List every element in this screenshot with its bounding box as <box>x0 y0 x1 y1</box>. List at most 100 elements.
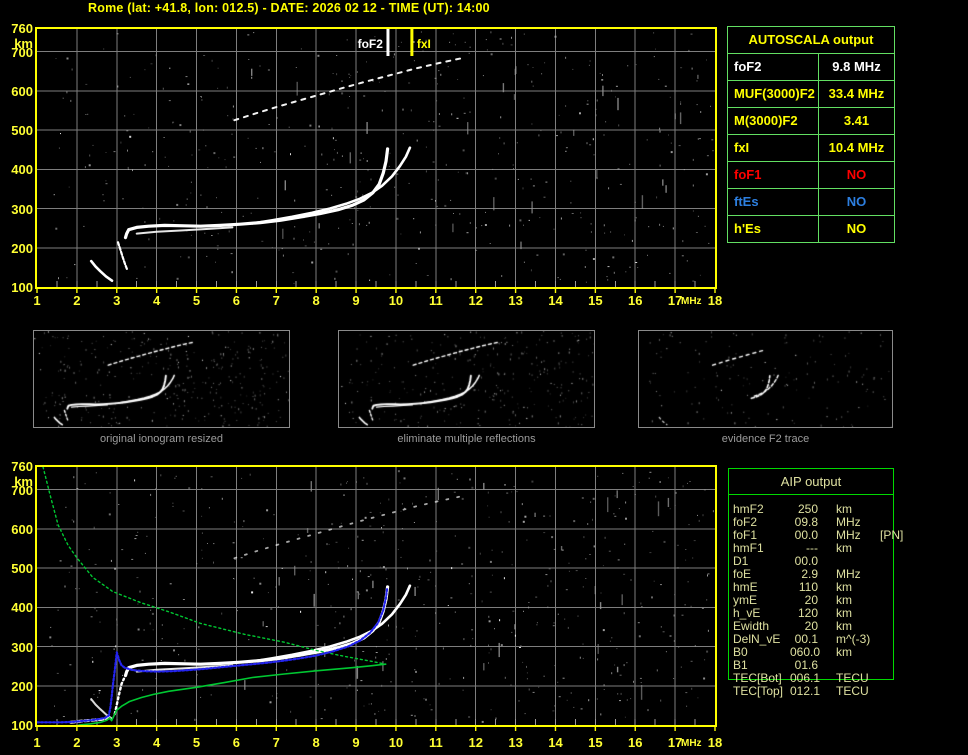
x-tick-label: 6 <box>232 293 241 308</box>
thumbnail-evidence-f2-trace <box>638 330 893 428</box>
x-tick-label: 12 <box>468 735 483 750</box>
x-tick-label: 2 <box>73 735 81 750</box>
aip-extra: [PN] <box>880 528 904 542</box>
marker-label-foF2: foF2 <box>358 37 384 51</box>
x-tick-label: 6 <box>232 735 241 750</box>
autoscala-row: h'Es NO <box>728 216 894 242</box>
x-axis-unit: MHz <box>681 738 702 749</box>
y-tick-label: 500 <box>11 123 33 139</box>
x-tick-label: 8 <box>312 293 320 308</box>
thumbnail-original-ionogram <box>33 330 290 428</box>
x-tick-label: 2 <box>73 293 81 308</box>
x-tick-label: 7 <box>272 735 280 750</box>
x-axis-unit: MHz <box>681 296 702 307</box>
x-tick-label: 8 <box>312 735 320 750</box>
aip-row: D1 00.0 <box>733 555 908 568</box>
x-tick-label: 14 <box>548 293 563 308</box>
autoscala-screen: { "title": "Rome (lat: +41.8, lon: 012.5… <box>0 0 968 755</box>
y-tick-label: 300 <box>11 201 33 217</box>
x-tick-label: 15 <box>588 735 603 750</box>
autoscala-row: fxI 10.4 MHz <box>728 135 894 162</box>
autoscala-value: NO <box>846 221 867 236</box>
marker-label-fxI: fxI <box>417 37 431 51</box>
x-tick-label: 16 <box>628 735 643 750</box>
y-tick-label: 200 <box>11 240 33 256</box>
top-ionogram-canvas: foF2 fxI <box>35 27 717 293</box>
autoscala-table-header: AUTOSCALA output <box>728 27 894 54</box>
y-tick-label: 100 <box>11 280 33 295</box>
aip-unit: TECU <box>836 684 869 698</box>
autoscala-row: ftEs NO <box>728 189 894 216</box>
autoscala-value: 33.4 MHz <box>828 86 885 101</box>
x-tick-label: 7 <box>272 293 280 308</box>
x-tick-label: 15 <box>588 293 603 308</box>
y-tick-label: 300 <box>11 639 33 655</box>
y-tick-label: 760 <box>11 21 33 36</box>
y-tick-label: 600 <box>11 83 33 99</box>
x-tick-label: 1 <box>33 735 41 750</box>
aip-unit: km <box>836 645 852 659</box>
x-tick-label: 18 <box>707 293 723 308</box>
x-tick-label: 9 <box>352 735 360 750</box>
aip-row: DelN_vE 00.1 m^(-3) <box>733 633 908 646</box>
page-title: Rome (lat: +41.8, lon: 012.5) - DATE: 20… <box>88 1 490 15</box>
autoscala-row: foF1 NO <box>728 162 894 189</box>
x-tick-label: 5 <box>192 735 201 750</box>
x-tick-label: 13 <box>508 293 523 308</box>
autoscala-table-rows: foF2 9.8 MHz MUF(3000)F2 33.4 MHz M(3000)F2 3… <box>728 54 894 242</box>
autoscala-value: 10.4 MHz <box>828 140 885 155</box>
thumbnail-eliminate-reflections <box>338 330 595 428</box>
y-tick-label: 400 <box>11 600 33 616</box>
thumbnail-caption: eliminate multiple reflections <box>397 433 536 445</box>
x-tick-label: 1 <box>33 293 41 308</box>
autoscala-param: h'Es <box>728 216 819 242</box>
y-tick-label: 500 <box>11 561 33 577</box>
thumbnail-caption: evidence F2 trace <box>721 433 810 445</box>
x-tick-label: 4 <box>153 293 161 308</box>
autoscala-param: fxI <box>728 135 819 161</box>
thumbnail-caption: original ionogram resized <box>100 433 223 445</box>
x-tick-label: 10 <box>388 735 404 750</box>
aip-row: foE 2.9 MHz <box>733 568 908 581</box>
x-tick-label: 5 <box>192 293 201 308</box>
y-axis-unit: km <box>14 36 33 51</box>
x-tick-label: 18 <box>707 735 723 750</box>
autoscala-output-table: AUTOSCALA output foF2 9.8 MHz MUF(3000)F2 3… <box>727 26 895 243</box>
aip-row: hmF2 250 km <box>733 503 908 516</box>
autoscala-param: foF2 <box>728 54 819 80</box>
autoscala-value: NO <box>846 167 867 182</box>
aip-row: hmF1 --- km <box>733 542 908 555</box>
x-tick-label: 3 <box>113 293 121 308</box>
x-tick-label: 10 <box>388 293 404 308</box>
aip-row: hmE 110 km <box>733 581 908 594</box>
autoscala-row: foF2 9.8 MHz <box>728 54 894 81</box>
y-tick-label: 600 <box>11 521 33 537</box>
x-tick-label: 4 <box>153 735 161 750</box>
aip-row: TEC[Top] 012.1 TECU <box>733 685 908 698</box>
y-tick-label: 100 <box>11 718 33 733</box>
bottom-ionogram-canvas <box>35 465 717 731</box>
autoscala-param: MUF(3000)F2 <box>728 81 819 107</box>
x-tick-label: 16 <box>628 293 643 308</box>
y-tick-label: 760 <box>11 459 33 474</box>
aip-unit: km <box>836 541 852 555</box>
x-tick-label: 9 <box>352 293 360 308</box>
aip-value: 012.1 <box>790 684 821 698</box>
autoscala-value: NO <box>846 194 867 209</box>
aip-table-header: AIP output <box>729 469 893 495</box>
autoscala-row: MUF(3000)F2 33.4 MHz <box>728 81 894 108</box>
autoscala-row: M(3000)F2 3.41 <box>728 108 894 135</box>
aip-table-rows: hmF2 250 km foF2 09.8 MHz foF1 00.0 MHz [PN] hmF1-… <box>733 503 908 698</box>
autoscala-param: M(3000)F2 <box>728 108 819 134</box>
x-tick-label: 13 <box>508 735 523 750</box>
y-tick-label: 200 <box>11 678 33 694</box>
y-axis-unit: km <box>14 474 33 489</box>
autoscala-value: 9.8 MHz <box>832 59 881 74</box>
autoscala-value: 3.41 <box>843 113 870 128</box>
autoscala-param: foF1 <box>728 162 819 188</box>
x-tick-label: 14 <box>548 735 563 750</box>
x-tick-label: 11 <box>428 293 443 308</box>
x-tick-label: 3 <box>113 735 121 750</box>
y-tick-label: 400 <box>11 162 33 178</box>
x-tick-label: 12 <box>468 293 483 308</box>
